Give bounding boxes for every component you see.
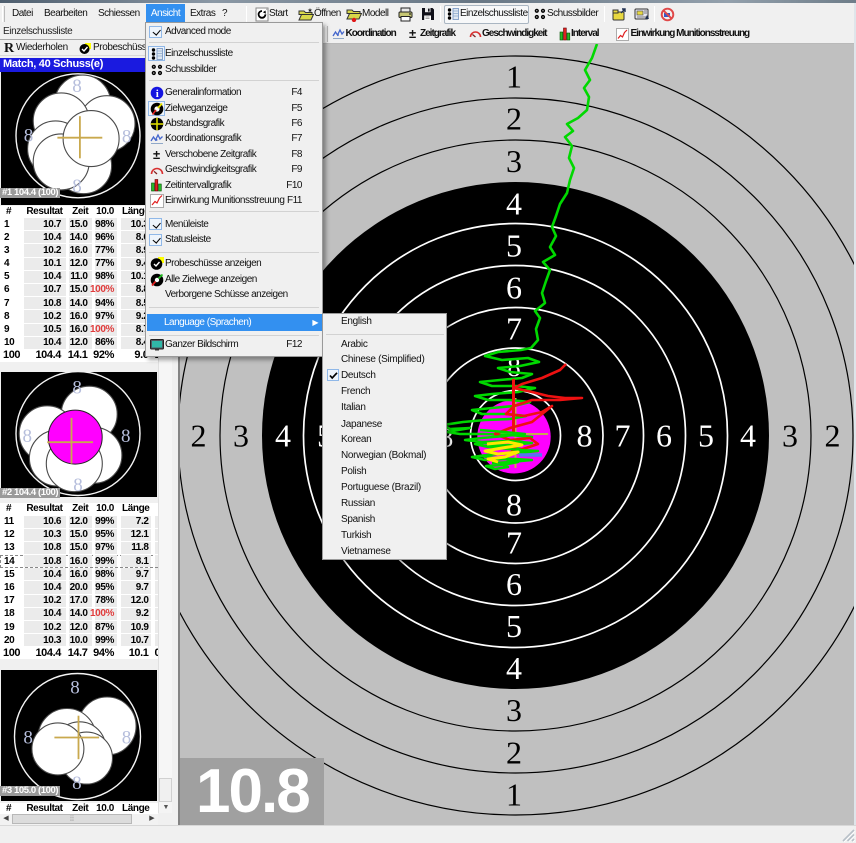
svg-text:8: 8 [122, 126, 132, 147]
svg-text:i: i [156, 88, 159, 100]
svg-text:2: 2 [506, 735, 522, 771]
svg-text:8: 8 [72, 773, 82, 794]
svg-text:8: 8 [24, 125, 34, 146]
svg-text:8: 8 [122, 727, 132, 748]
svg-text:3: 3 [233, 418, 249, 454]
svg-text:4: 4 [506, 186, 522, 222]
svg-text:1: 1 [506, 777, 522, 813]
svg-text:8: 8 [506, 487, 522, 523]
svg-text:6: 6 [656, 418, 672, 454]
svg-text:4: 4 [740, 418, 756, 454]
svg-text:8: 8 [577, 418, 593, 454]
svg-text:8: 8 [70, 677, 80, 698]
svg-text:1: 1 [506, 59, 522, 95]
svg-text:7: 7 [615, 418, 631, 454]
svg-text:7: 7 [506, 525, 522, 561]
svg-text:3: 3 [506, 692, 522, 728]
svg-text:2: 2 [506, 101, 522, 137]
svg-text:6: 6 [506, 566, 522, 602]
svg-text:5: 5 [506, 608, 522, 644]
svg-text:2: 2 [825, 418, 841, 454]
svg-text:5: 5 [698, 418, 714, 454]
svg-text:8: 8 [23, 727, 33, 748]
svg-text:2: 2 [191, 418, 207, 454]
svg-text:8: 8 [72, 175, 82, 196]
svg-text:6: 6 [506, 270, 522, 306]
svg-text:4: 4 [506, 650, 522, 686]
svg-text:7: 7 [506, 311, 522, 347]
svg-text:4: 4 [275, 418, 291, 454]
svg-text:8: 8 [22, 426, 32, 447]
svg-text:5: 5 [506, 228, 522, 264]
svg-text:8: 8 [121, 426, 131, 447]
svg-text:8: 8 [72, 377, 82, 398]
svg-text:8: 8 [73, 474, 83, 495]
svg-text:8: 8 [72, 75, 82, 96]
svg-text:3: 3 [506, 143, 522, 179]
svg-text:3: 3 [782, 418, 798, 454]
